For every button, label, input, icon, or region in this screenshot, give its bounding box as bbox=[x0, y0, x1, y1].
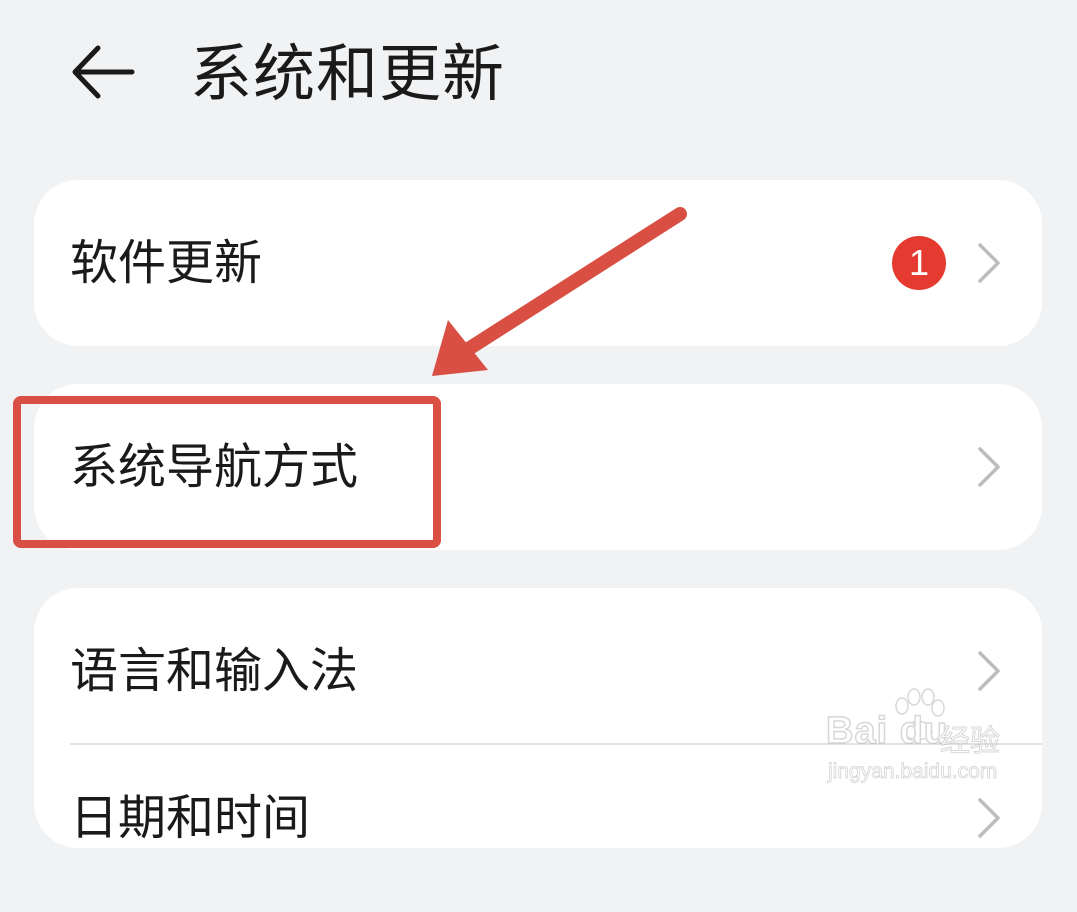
date-time-label: 日期和时间 bbox=[70, 790, 311, 846]
software-update-label: 软件更新 bbox=[70, 235, 263, 291]
chevron-right-icon bbox=[978, 651, 1000, 691]
watermark-logo: Bai du bbox=[825, 709, 949, 753]
page-title: 系统和更新 bbox=[190, 37, 506, 110]
chevron-right-icon bbox=[978, 798, 1000, 838]
arrow-left-icon[interactable] bbox=[70, 44, 136, 100]
software-update-item[interactable]: 软件更新 1 bbox=[34, 180, 1042, 346]
watermark-brand: 经验 bbox=[940, 724, 1001, 760]
language-input-label: 语言和输入法 bbox=[70, 643, 359, 699]
highlight-box bbox=[13, 396, 441, 548]
update-count-badge: 1 bbox=[892, 236, 946, 290]
watermark-url: jingyan.baidu.com bbox=[828, 760, 998, 784]
chevron-right-icon bbox=[978, 447, 1000, 487]
baidu-jingyan-watermark: Bai du 经验 jingyan.baidu.com bbox=[825, 688, 1026, 788]
chevron-right-icon bbox=[978, 243, 1000, 283]
app-header: 系统和更新 bbox=[0, 0, 1077, 150]
settings-card-update: 软件更新 1 bbox=[34, 180, 1042, 346]
